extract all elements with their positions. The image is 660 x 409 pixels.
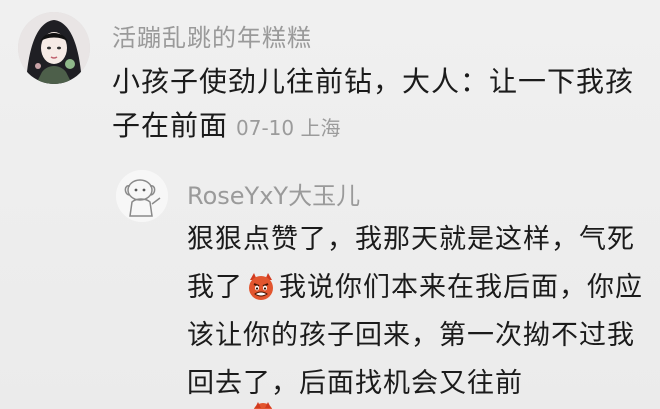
reply-avatar[interactable] <box>116 170 168 222</box>
comment-body: 小孩子使劲儿往前钻，大人：让一下我孩子在前面 07-10 上海 <box>112 60 640 150</box>
reply-body: 狠狠点赞了，我那天就是这样，气死我了 我说你们本来在我后面，你应该让你的孩子回来… <box>187 216 647 408</box>
comment-screenshot: 活蹦乱跳的年糕糕 小孩子使劲儿往前钻，大人：让一下我孩子在前面 07-10 上海 … <box>0 0 660 409</box>
avatar-girl-illustration <box>18 12 90 84</box>
comment-meta: 07-10 上海 <box>236 116 340 140</box>
partial-emoji-icon <box>250 400 276 409</box>
avatar[interactable] <box>18 12 90 84</box>
comment-text: 小孩子使劲儿往前钻，大人：让一下我孩子在前面 <box>112 65 635 142</box>
comment-date: 07-10 <box>236 116 295 140</box>
angry-devil-emoji-icon <box>245 270 277 302</box>
comment-location: 上海 <box>300 116 341 140</box>
avatar-sketch-illustration <box>116 170 168 222</box>
comment-username[interactable]: 活蹦乱跳的年糕糕 <box>112 18 312 53</box>
reply-username[interactable]: RoseYxY大玉儿 <box>187 176 360 211</box>
